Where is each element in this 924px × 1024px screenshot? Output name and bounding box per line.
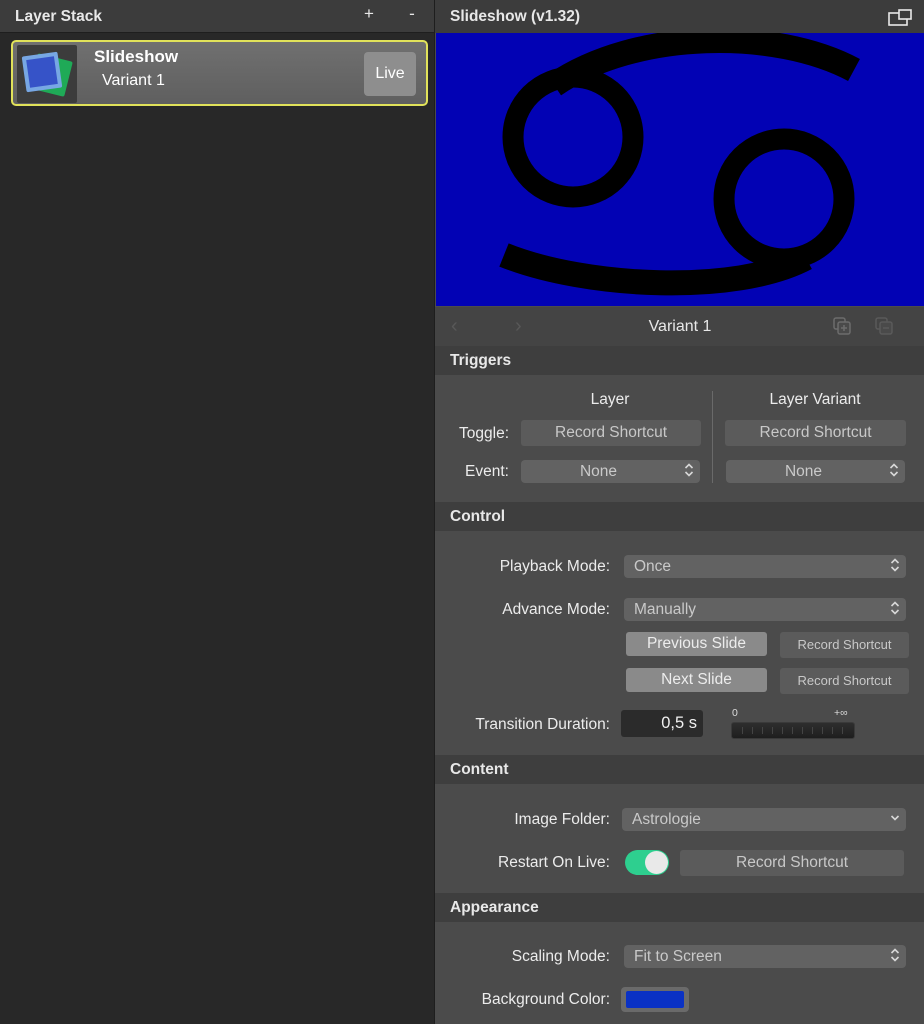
layer-toggle-record-shortcut-button[interactable]: Record Shortcut — [521, 420, 701, 446]
previous-slide-record-shortcut-button[interactable]: Record Shortcut — [780, 632, 909, 658]
triggers-section: Layer Layer Variant Toggle: Record Short… — [435, 375, 924, 500]
restart-on-live-toggle[interactable] — [625, 850, 669, 875]
content-heading: Content — [450, 761, 509, 778]
inspector-header: Slideshow (v1.32) — [435, 0, 924, 33]
chevron-updown-icon — [890, 558, 900, 572]
next-slide-record-shortcut-button[interactable]: Record Shortcut — [780, 668, 909, 694]
playback-mode-select[interactable]: Once — [624, 555, 906, 578]
next-slide-button[interactable]: Next Slide — [626, 668, 767, 692]
scaling-mode-select[interactable]: Fit to Screen — [624, 945, 906, 968]
appearance-section-header: Appearance — [435, 893, 924, 922]
background-color-label: Background Color: — [481, 991, 610, 1008]
remove-layer-button[interactable]: - — [404, 4, 420, 24]
chevron-updown-icon — [890, 601, 900, 615]
triggers-heading: Triggers — [450, 352, 512, 369]
layer-stack-panel: Layer Stack + - Slideshow Variant 1 Live — [0, 0, 434, 1024]
advance-mode-label: Advance Mode: — [502, 601, 610, 618]
restart-on-live-label: Restart On Live: — [498, 854, 610, 871]
live-button[interactable]: Live — [364, 52, 416, 96]
variant-event-select[interactable]: None — [726, 460, 905, 483]
control-heading: Control — [450, 508, 506, 525]
slider-max-label: +∞ — [834, 707, 848, 719]
transition-duration-slider[interactable] — [731, 722, 855, 739]
duplicate-variant-icon[interactable] — [833, 317, 851, 335]
layer-variant-column-header: Layer Variant — [769, 391, 861, 408]
add-layer-button[interactable]: + — [360, 4, 378, 24]
layer-event-select[interactable]: None — [521, 460, 700, 483]
chevron-updown-icon — [890, 948, 900, 962]
delete-variant-icon[interactable] — [875, 317, 893, 335]
layer-column-header: Layer — [590, 391, 630, 408]
scaling-mode-label: Scaling Mode: — [511, 948, 610, 965]
transition-duration-label: Transition Duration: — [475, 716, 610, 733]
slideshow-thumbnail-icon — [17, 45, 77, 103]
inspector-title: Slideshow (v1.32) — [450, 8, 581, 25]
layer-stack-title: Layer Stack — [15, 8, 103, 25]
appearance-heading: Appearance — [450, 899, 539, 916]
slider-min-label: 0 — [732, 707, 738, 719]
previous-slide-button[interactable]: Previous Slide — [626, 632, 767, 656]
event-label: Event: — [465, 463, 509, 480]
slideshow-preview — [436, 33, 924, 306]
layer-name: Slideshow — [94, 47, 179, 66]
column-divider — [712, 391, 713, 483]
variant-bar: ‹ › Variant 1 — [435, 307, 924, 346]
cancer-zodiac-image — [499, 33, 860, 296]
restart-on-live-record-shortcut-button[interactable]: Record Shortcut — [680, 850, 904, 876]
inspector-panel: Slideshow (v1.32) ‹ › Variant 1 Triggers… — [434, 0, 924, 1024]
advance-mode-select[interactable]: Manually — [624, 598, 906, 621]
background-color-well[interactable] — [621, 987, 689, 1012]
layer-variant-name: Variant 1 — [102, 72, 165, 89]
control-section-header: Control — [435, 502, 924, 531]
chevron-updown-icon — [889, 463, 899, 477]
toggle-label: Toggle: — [459, 425, 509, 442]
appearance-section: Scaling Mode: Fit to Screen Background C… — [435, 922, 924, 1024]
image-folder-select[interactable]: Astrologie — [622, 808, 906, 831]
content-section-header: Content — [435, 755, 924, 784]
variant-toggle-record-shortcut-button[interactable]: Record Shortcut — [725, 420, 906, 446]
popout-window-icon[interactable] — [888, 9, 912, 26]
chevron-down-icon — [890, 815, 900, 821]
background-color-swatch — [626, 991, 684, 1008]
layer-row-slideshow[interactable]: Slideshow Variant 1 Live — [11, 40, 428, 106]
transition-duration-field[interactable]: 0,5 s — [621, 710, 703, 737]
content-section: Image Folder: Astrologie Restart On Live… — [435, 784, 924, 892]
triggers-section-header: Triggers — [435, 346, 924, 375]
image-folder-label: Image Folder: — [514, 811, 610, 828]
playback-mode-label: Playback Mode: — [499, 558, 610, 575]
layer-stack-header: Layer Stack + - — [0, 0, 434, 33]
control-section: Playback Mode: Once Advance Mode: Manual… — [435, 531, 924, 753]
chevron-updown-icon — [684, 463, 694, 477]
